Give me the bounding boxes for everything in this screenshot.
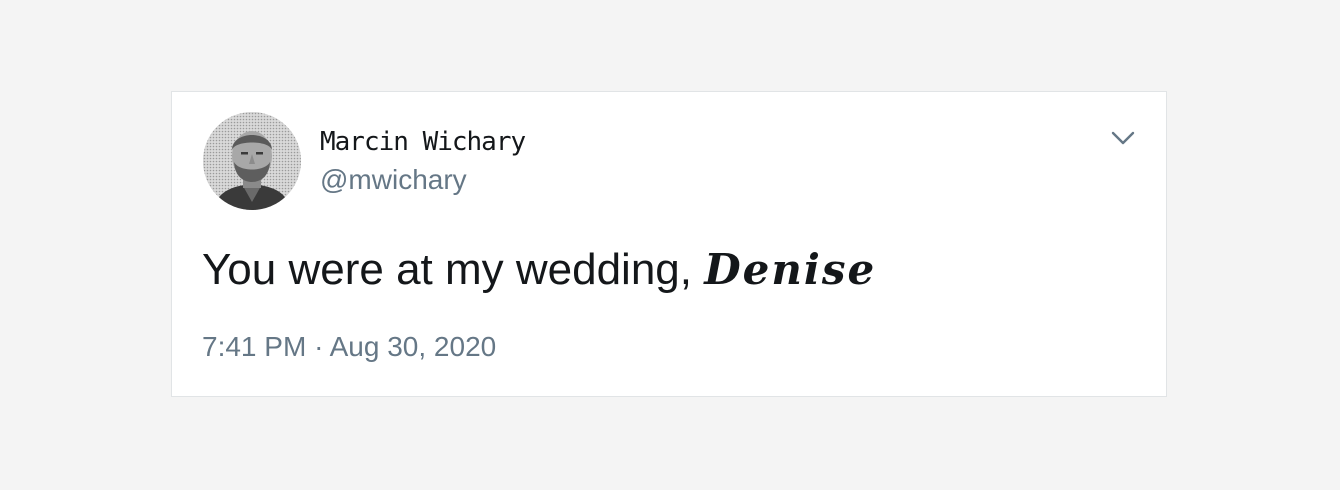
user-handle[interactable]: @mwichary	[320, 164, 467, 196]
tweet-date: Aug 30, 2020	[329, 331, 497, 362]
tweet-time: 7:41 PM	[202, 331, 307, 362]
avatar-portrait-icon	[203, 112, 301, 210]
tweet-text: You were at my wedding, Denise	[202, 244, 876, 296]
chevron-down-icon[interactable]	[1107, 122, 1139, 154]
tweet-text-main: You were at my wedding,	[202, 245, 705, 294]
avatar[interactable]	[203, 112, 301, 210]
display-name[interactable]: Marcin Wichary	[320, 127, 526, 157]
meta-separator: ·	[314, 331, 324, 362]
tweet-timestamp[interactable]: 7:41 PM · Aug 30, 2020	[202, 331, 496, 363]
tweet-text-fancy-name: Denise	[704, 245, 877, 294]
tweet-card: Marcin Wichary @mwichary You were at my …	[171, 91, 1167, 397]
